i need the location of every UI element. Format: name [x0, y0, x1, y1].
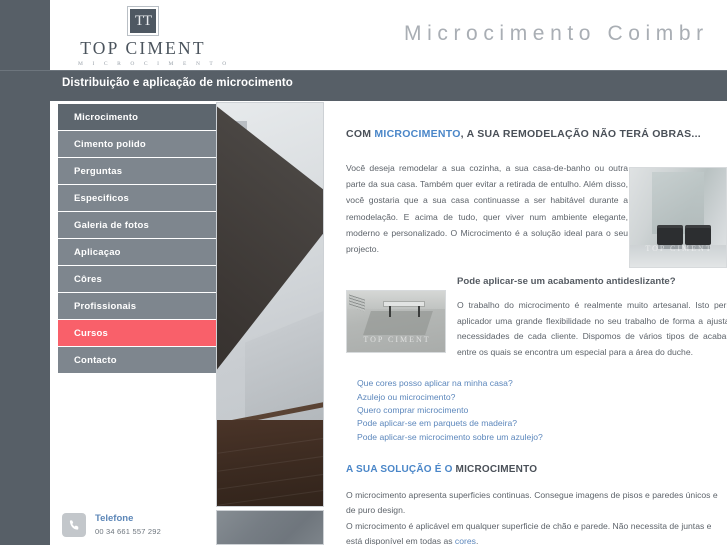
contact-phone-text: Telefone 00 34 661 557 292	[95, 513, 161, 536]
logo-monogram-text: TT	[134, 12, 152, 29]
solution-paragraphs: O microcimento apresenta superficies con…	[346, 488, 727, 545]
staircase-photo	[216, 102, 324, 507]
page-root: TT TOP CIMENT M I C R O C I M E N T O Mi…	[0, 0, 727, 545]
main-content: COM MICROCIMENTO, A SUA REMODELAÇÃO NÃO …	[346, 128, 727, 545]
header-left-accent-bar	[0, 0, 50, 70]
solution-paragraph-1: O microcimento apresenta superficies con…	[346, 490, 718, 516]
logo-monogram-mark: TT	[128, 7, 158, 35]
sidebar-item-label: Côres	[74, 273, 102, 285]
logo-subtitle: M I C R O C I M E N T O	[78, 61, 231, 67]
sidebar-item-label: Contacto	[74, 354, 117, 366]
antislip-heading: Pode aplicar-se um acabamento antidesliz…	[457, 276, 676, 288]
sidebar-item-label: Galeria de fotos	[74, 219, 149, 231]
staircase-photo-content	[217, 103, 323, 506]
solution-paragraph-2b: .	[475, 535, 479, 545]
sidebar-item-cursos[interactable]: Cursos	[58, 320, 218, 347]
site-logo[interactable]: TT TOP CIMENT M I C R O C I M E N T O	[78, 7, 231, 67]
tagline-top-rule	[0, 70, 727, 71]
sidebar-item-perguntas[interactable]: Perguntas	[58, 158, 218, 185]
link-azulejo-ou-microcimento[interactable]: Azulejo ou microcimento?	[357, 391, 727, 404]
sidebar-item-label: Cursos	[74, 327, 108, 339]
solution-heading-gray: MICROCIMENTO	[455, 464, 538, 476]
antislip-section: Pode aplicar-se um acabamento antidesliz…	[346, 273, 727, 363]
main-heading-post: , A SUA REMODELAÇÃO NÃO TERÁ OBRAS...	[460, 128, 701, 140]
related-links-list: Que cores posso aplicar na minha casa? A…	[357, 377, 727, 444]
sidebar-item-label: Microcimento	[74, 111, 139, 123]
main-heading: COM MICROCIMENTO, A SUA REMODELAÇÃO NÃO …	[346, 128, 727, 140]
solution-paragraph-2a: O microcimento é aplicável em qualquer s…	[346, 520, 712, 545]
site-header: TT TOP CIMENT M I C R O C I M E N T O Mi…	[0, 0, 727, 70]
sidebar-item-label: Cimento polido	[74, 138, 146, 150]
sidebar-item-cores[interactable]: Côres	[58, 266, 218, 293]
microcement-color-swatch	[216, 510, 324, 545]
sidebar-item-contacto[interactable]: Contacto	[58, 347, 218, 374]
sidebar-item-label: Profissionais	[74, 300, 137, 312]
link-que-cores[interactable]: Que cores posso aplicar na minha casa?	[357, 377, 727, 390]
link-cores[interactable]: cores	[455, 536, 476, 545]
main-heading-accent: MICROCIMENTO	[374, 128, 461, 140]
sidebar-item-especificos[interactable]: Especificos	[58, 185, 218, 212]
sidebar-nav: Microcimento Cimento polido Perguntas Es…	[58, 104, 218, 374]
sidebar-item-microcimento[interactable]: Microcimento	[58, 104, 218, 131]
logo-name: TOP CIMENT	[80, 38, 206, 58]
sidebar-item-cimento-polido[interactable]: Cimento polido	[58, 131, 218, 158]
main-heading-pre: COM	[346, 128, 375, 140]
link-sobre-azulejo[interactable]: Pode aplicar-se microcimento sobre um az…	[357, 431, 727, 444]
contact-phone-number: 00 34 661 557 292	[95, 527, 161, 537]
solution-heading: A SUA SOLUÇÃO É O MICROCIMENTO	[346, 464, 727, 475]
sidebar-item-label: Especificos	[74, 192, 130, 204]
intro-paragraph: Você deseja remodelar a sua cozinha, a s…	[346, 163, 628, 255]
antislip-paragraph: O trabalho do microcimento é realmente m…	[457, 300, 727, 357]
sidebar-item-label: Perguntas	[74, 165, 123, 177]
tagline-bar: Distribuição e aplicação de microcimento	[0, 70, 727, 101]
contact-phone-label: Telefone	[95, 513, 134, 525]
tagline-text: Distribuição e aplicação de microcimento	[62, 77, 293, 89]
contact-phone-block[interactable]: Telefone 00 34 661 557 292	[62, 508, 222, 542]
sidebar-item-aplicacao[interactable]: Aplicaçao	[58, 239, 218, 266]
link-parquets-madeira[interactable]: Pode aplicar-se em parquets de madeira?	[357, 417, 727, 430]
body-left-accent-bar	[0, 101, 50, 545]
link-quero-comprar[interactable]: Quero comprar microcimento	[357, 404, 727, 417]
sidebar-item-profissionais[interactable]: Profissionais	[58, 293, 218, 320]
sidebar-item-galeria-de-fotos[interactable]: Galeria de fotos	[58, 212, 218, 239]
solution-heading-blue: A SUA SOLUÇÃO É O	[346, 464, 456, 476]
page-title: Microcimento Coimbr	[404, 22, 709, 45]
sidebar-item-label: Aplicaçao	[74, 246, 121, 258]
phone-icon	[62, 513, 86, 537]
